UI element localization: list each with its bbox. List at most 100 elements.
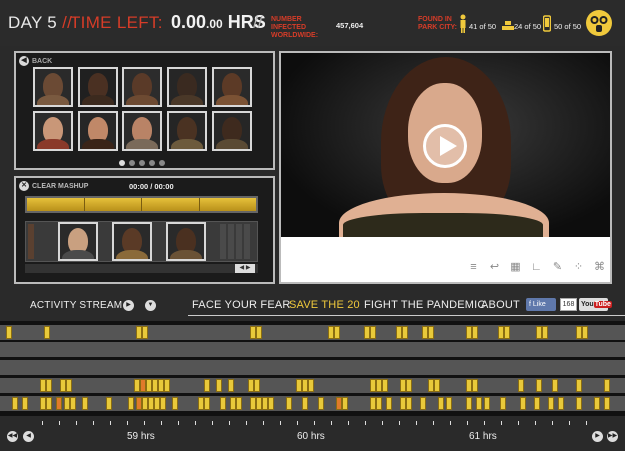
activity-event[interactable] [216,379,222,392]
activity-event[interactable] [6,326,12,339]
map-icon[interactable]: ⌘ [593,261,606,274]
activity-event[interactable] [500,397,506,410]
activity-event[interactable] [164,379,170,392]
activity-event[interactable] [382,379,388,392]
gas-mask-icon[interactable] [586,10,612,36]
activity-event[interactable] [82,397,88,410]
activity-event[interactable] [552,379,558,392]
activity-event[interactable] [406,397,412,410]
skip-back-icon[interactable]: ◀◀ [7,431,18,442]
activity-event[interactable] [428,326,434,339]
mashup-audio-track[interactable] [25,196,258,213]
page-dot[interactable] [139,160,145,166]
mashup-clip[interactable] [112,222,152,261]
youtube-button[interactable]: YouTube [579,298,612,311]
activity-event[interactable] [520,397,526,410]
activity-event[interactable] [576,397,582,410]
clear-mashup-button[interactable]: ✕ CLEAR MASHUP [19,181,88,191]
video-player[interactable] [281,53,610,237]
activity-event[interactable] [256,326,262,339]
activity-event[interactable] [254,379,260,392]
activity-event[interactable] [44,326,50,339]
activity-event[interactable] [172,397,178,410]
face-thumbnail[interactable] [167,111,207,151]
play-icon[interactable]: ▶ [123,300,134,311]
step-forward-icon[interactable]: ▶ [592,431,603,442]
activity-event[interactable] [46,379,52,392]
activity-event[interactable] [576,379,582,392]
found-phones[interactable]: 50 of 50 [543,14,585,34]
activity-event[interactable] [542,326,548,339]
activity-event[interactable] [308,379,314,392]
activity-event[interactable] [318,397,324,410]
found-figures[interactable]: 41 of 50 [459,14,501,34]
activity-event[interactable] [604,397,610,410]
activity-timeline[interactable] [0,321,625,416]
grid-icon[interactable]: ▦ [509,261,522,274]
dots-icon[interactable]: ⁘ [572,261,585,274]
mashup-clip[interactable] [166,222,206,261]
activity-event[interactable] [466,397,472,410]
activity-event[interactable] [128,397,134,410]
face-thumbnail[interactable] [167,67,207,107]
activity-event[interactable] [66,379,72,392]
face-thumbnail[interactable] [212,111,252,151]
activity-event[interactable] [484,397,490,410]
activity-event[interactable] [236,397,242,410]
nav-about[interactable]: ABOUT [481,299,520,311]
activity-event[interactable] [548,397,554,410]
activity-event[interactable] [106,397,112,410]
activity-event[interactable] [558,397,564,410]
activity-event[interactable] [518,379,524,392]
activity-event[interactable] [228,379,234,392]
activity-event[interactable] [46,397,52,410]
activity-event[interactable] [220,397,226,410]
activity-event[interactable] [204,379,210,392]
activity-event[interactable] [22,397,28,410]
list-icon[interactable]: ≡ [467,261,480,274]
nav-save-the-20[interactable]: SAVE THE 20 [289,299,360,311]
activity-event[interactable] [594,397,600,410]
mashup-clip-strip[interactable] [25,221,258,262]
mashup-clip[interactable] [58,222,98,261]
page-dot[interactable] [149,160,155,166]
face-thumbnail[interactable] [212,67,252,107]
activity-event[interactable] [604,379,610,392]
curve-icon[interactable]: ∟ [530,261,543,274]
activity-event[interactable] [160,397,166,410]
clip-strip-scrollbar[interactable]: ◀ ▶ [25,264,258,273]
activity-event[interactable] [504,326,510,339]
face-thumbnail[interactable] [33,111,73,151]
activity-event[interactable] [370,326,376,339]
face-thumbnail[interactable] [122,111,162,151]
activity-event[interactable] [434,379,440,392]
activity-event[interactable] [268,397,274,410]
activity-event[interactable] [534,397,540,410]
facebook-like-button[interactable]: f Like [526,298,556,311]
page-dot[interactable] [159,160,165,166]
activity-event[interactable] [402,326,408,339]
share-arrow-icon[interactable]: ↩ [488,261,501,274]
activity-event[interactable] [386,397,392,410]
face-thumbnail[interactable] [78,67,118,107]
activity-event[interactable] [472,379,478,392]
activity-event[interactable] [476,397,482,410]
eject-icon[interactable]: ▼ [145,300,156,311]
activity-event[interactable] [420,397,426,410]
activity-event[interactable] [536,379,542,392]
back-button[interactable]: ◀ BACK [19,56,52,66]
activity-event[interactable] [334,326,340,339]
face-thumbnail[interactable] [78,111,118,151]
activity-event[interactable] [446,397,452,410]
activity-event[interactable] [142,326,148,339]
page-dot[interactable] [119,160,125,166]
activity-event[interactable] [406,379,412,392]
activity-event[interactable] [582,326,588,339]
play-button[interactable] [423,124,467,168]
step-back-icon[interactable]: ◀ [23,431,34,442]
pencil-icon[interactable]: ✎ [551,261,564,274]
activity-event[interactable] [342,397,348,410]
skip-forward-icon[interactable]: ▶▶ [607,431,618,442]
face-thumbnail[interactable] [33,67,73,107]
activity-event[interactable] [438,397,444,410]
